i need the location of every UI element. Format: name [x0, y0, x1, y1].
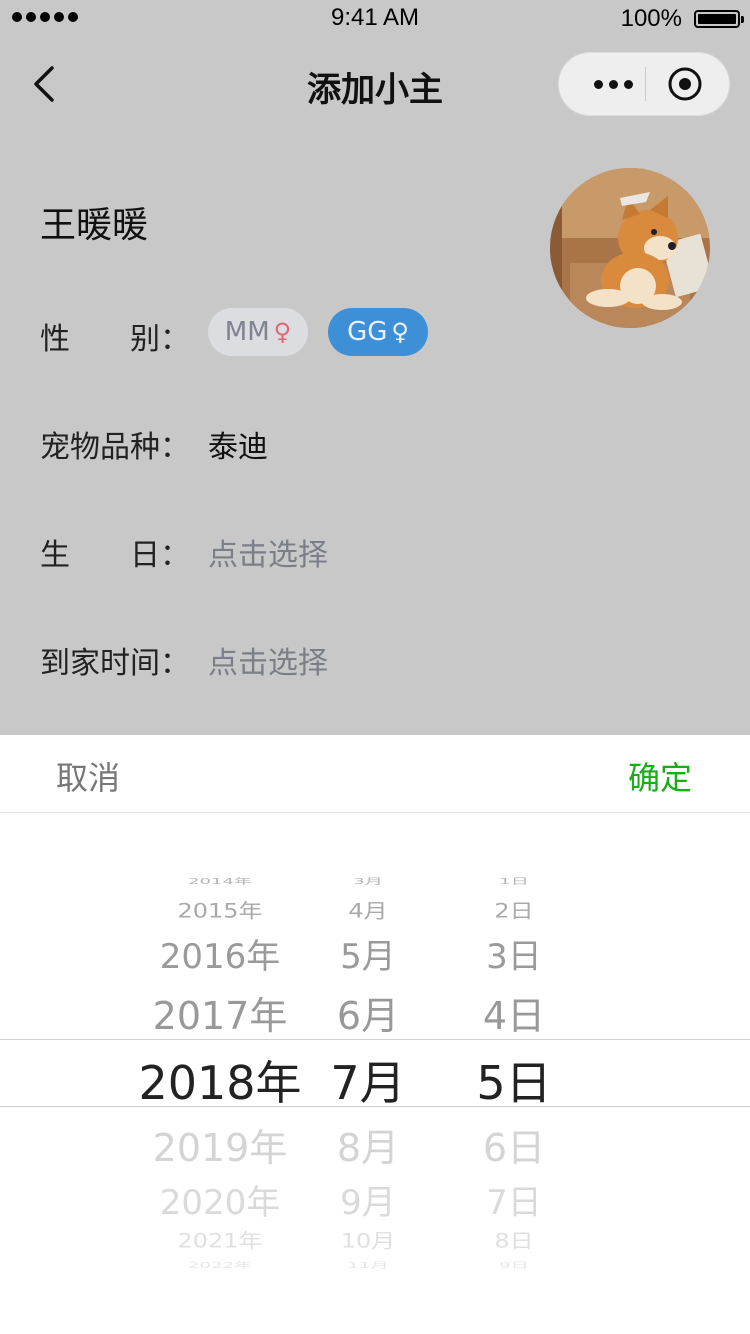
birthday-label-char-1: 生 [40, 538, 70, 573]
year-option-selected[interactable]: 2018年 [138, 1047, 301, 1113]
gender-label-colon: ： [160, 322, 190, 357]
month-option[interactable]: 10月 [341, 1225, 396, 1253]
month-option[interactable]: 4月 [348, 895, 387, 923]
breed-label-colon: ： [160, 430, 190, 465]
month-option[interactable]: 11月 [348, 1259, 389, 1271]
gender-label: 性 别： [40, 314, 190, 358]
pet-avatar[interactable] [550, 168, 710, 328]
date-picker: 取消 确定 2014年 2015年 2016年 2017年 2018年 2019年 2020… [0, 735, 750, 1334]
year-option[interactable]: 2017年 [153, 985, 288, 1040]
gender-option-mm[interactable]: MM ♀ [208, 308, 308, 356]
month-option-selected[interactable]: 7月 [330, 1047, 405, 1113]
day-option[interactable]: 7日 [486, 1175, 542, 1224]
month-option[interactable]: 5月 [340, 929, 396, 978]
month-option[interactable]: 8月 [337, 1117, 399, 1172]
home-date-label-text: 到家时间 [40, 646, 160, 681]
cancel-button[interactable]: 取消 [56, 753, 120, 799]
capsule-divider [645, 67, 646, 101]
more-icon[interactable] [583, 53, 643, 115]
gender-option-mm-label: MM [224, 317, 270, 347]
home-date-label-colon: ： [160, 646, 190, 681]
day-option[interactable]: 4日 [483, 985, 545, 1040]
gender-option-gg[interactable]: GG ♀ [328, 308, 428, 356]
menu-capsule [558, 52, 730, 116]
close-target-icon[interactable] [667, 66, 703, 102]
picker-toolbar: 取消 确定 [0, 735, 750, 813]
battery-percent: 100% [620, 5, 682, 32]
birthday-select[interactable]: 点击选择 [208, 530, 328, 574]
gender-label-char-1: 性 [40, 322, 70, 357]
year-option[interactable]: 2020年 [160, 1175, 281, 1224]
day-option[interactable]: 3日 [486, 929, 542, 978]
year-option[interactable]: 2022年 [188, 1259, 252, 1271]
female-icon: ♀ [273, 318, 292, 346]
battery-icon [694, 10, 744, 28]
home-date-label: 到家时间： [40, 638, 190, 682]
day-option[interactable]: 9日 [499, 1259, 528, 1271]
year-option[interactable]: 2021年 [177, 1225, 262, 1253]
month-option[interactable]: 9月 [340, 1175, 396, 1224]
year-option[interactable]: 2015年 [177, 895, 262, 923]
gender-label-char-2: 别 [130, 322, 160, 357]
month-option[interactable]: 6月 [337, 985, 399, 1040]
birthday-label-colon: ： [160, 538, 190, 573]
male-icon: ♀ [391, 318, 409, 346]
day-option[interactable]: 6日 [483, 1117, 545, 1172]
pet-name: 王暖暖 [40, 205, 149, 246]
confirm-button[interactable]: 确定 [628, 753, 692, 799]
birthday-label: 生 日： [40, 530, 190, 574]
home-date-select[interactable]: 点击选择 [208, 638, 328, 682]
day-option[interactable]: 8日 [494, 1225, 533, 1253]
year-option[interactable]: 2014年 [188, 875, 252, 887]
status-bar: 9:41 AM 100% [0, 0, 750, 40]
nav-bar: 添加小主 [0, 40, 750, 128]
birthday-label-char-2: 日 [130, 538, 160, 573]
day-option[interactable]: 2日 [494, 895, 533, 923]
year-option[interactable]: 2019年 [153, 1117, 288, 1172]
breed-value[interactable]: 泰迪 [208, 422, 268, 466]
gender-option-gg-label: GG [347, 317, 388, 347]
month-option[interactable]: 3月 [353, 875, 382, 887]
breed-label-text: 宠物品种 [40, 430, 160, 465]
day-option[interactable]: 1日 [499, 875, 528, 887]
day-option-selected[interactable]: 5日 [476, 1047, 551, 1113]
year-option[interactable]: 2016年 [160, 929, 281, 978]
breed-label: 宠物品种： [40, 422, 190, 466]
